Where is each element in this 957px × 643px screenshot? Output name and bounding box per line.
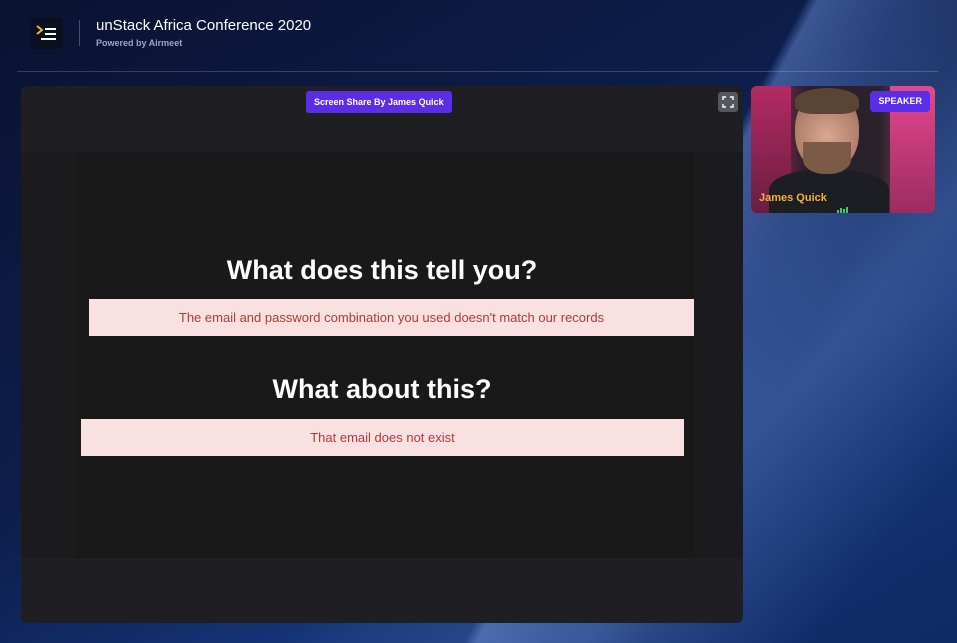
header-divider — [79, 20, 80, 46]
screen-share-badge: Screen Share By James Quick — [306, 91, 452, 113]
airmeet-logo-icon[interactable] — [31, 17, 63, 49]
slide-canvas — [76, 152, 694, 558]
fullscreen-icon — [722, 96, 734, 108]
speaker-name: James Quick — [759, 192, 827, 204]
header-separator — [17, 71, 938, 72]
speaker-hair — [795, 88, 859, 114]
error-message-1: The email and password combination you u… — [89, 299, 694, 336]
speaker-beard — [803, 142, 851, 174]
speaker-video-tile[interactable]: SPEAKER James Quick — [751, 86, 935, 213]
event-title: unStack Africa Conference 2020 — [96, 17, 312, 34]
fullscreen-button[interactable] — [718, 92, 738, 112]
event-header: unStack Africa Conference 2020 Powered b… — [0, 0, 957, 70]
mic-level-icon — [837, 196, 849, 213]
shared-slide: What does this tell you? The email and p… — [21, 152, 743, 558]
powered-by-label: Powered by Airmeet — [96, 38, 183, 48]
screen-share-stage: What does this tell you? The email and p… — [21, 86, 743, 623]
slide-heading-1: What does this tell you? — [226, 255, 538, 285]
speaker-role-badge: SPEAKER — [870, 91, 930, 112]
slide-heading-2: What about this? — [272, 374, 492, 404]
error-message-2: That email does not exist — [81, 419, 684, 456]
